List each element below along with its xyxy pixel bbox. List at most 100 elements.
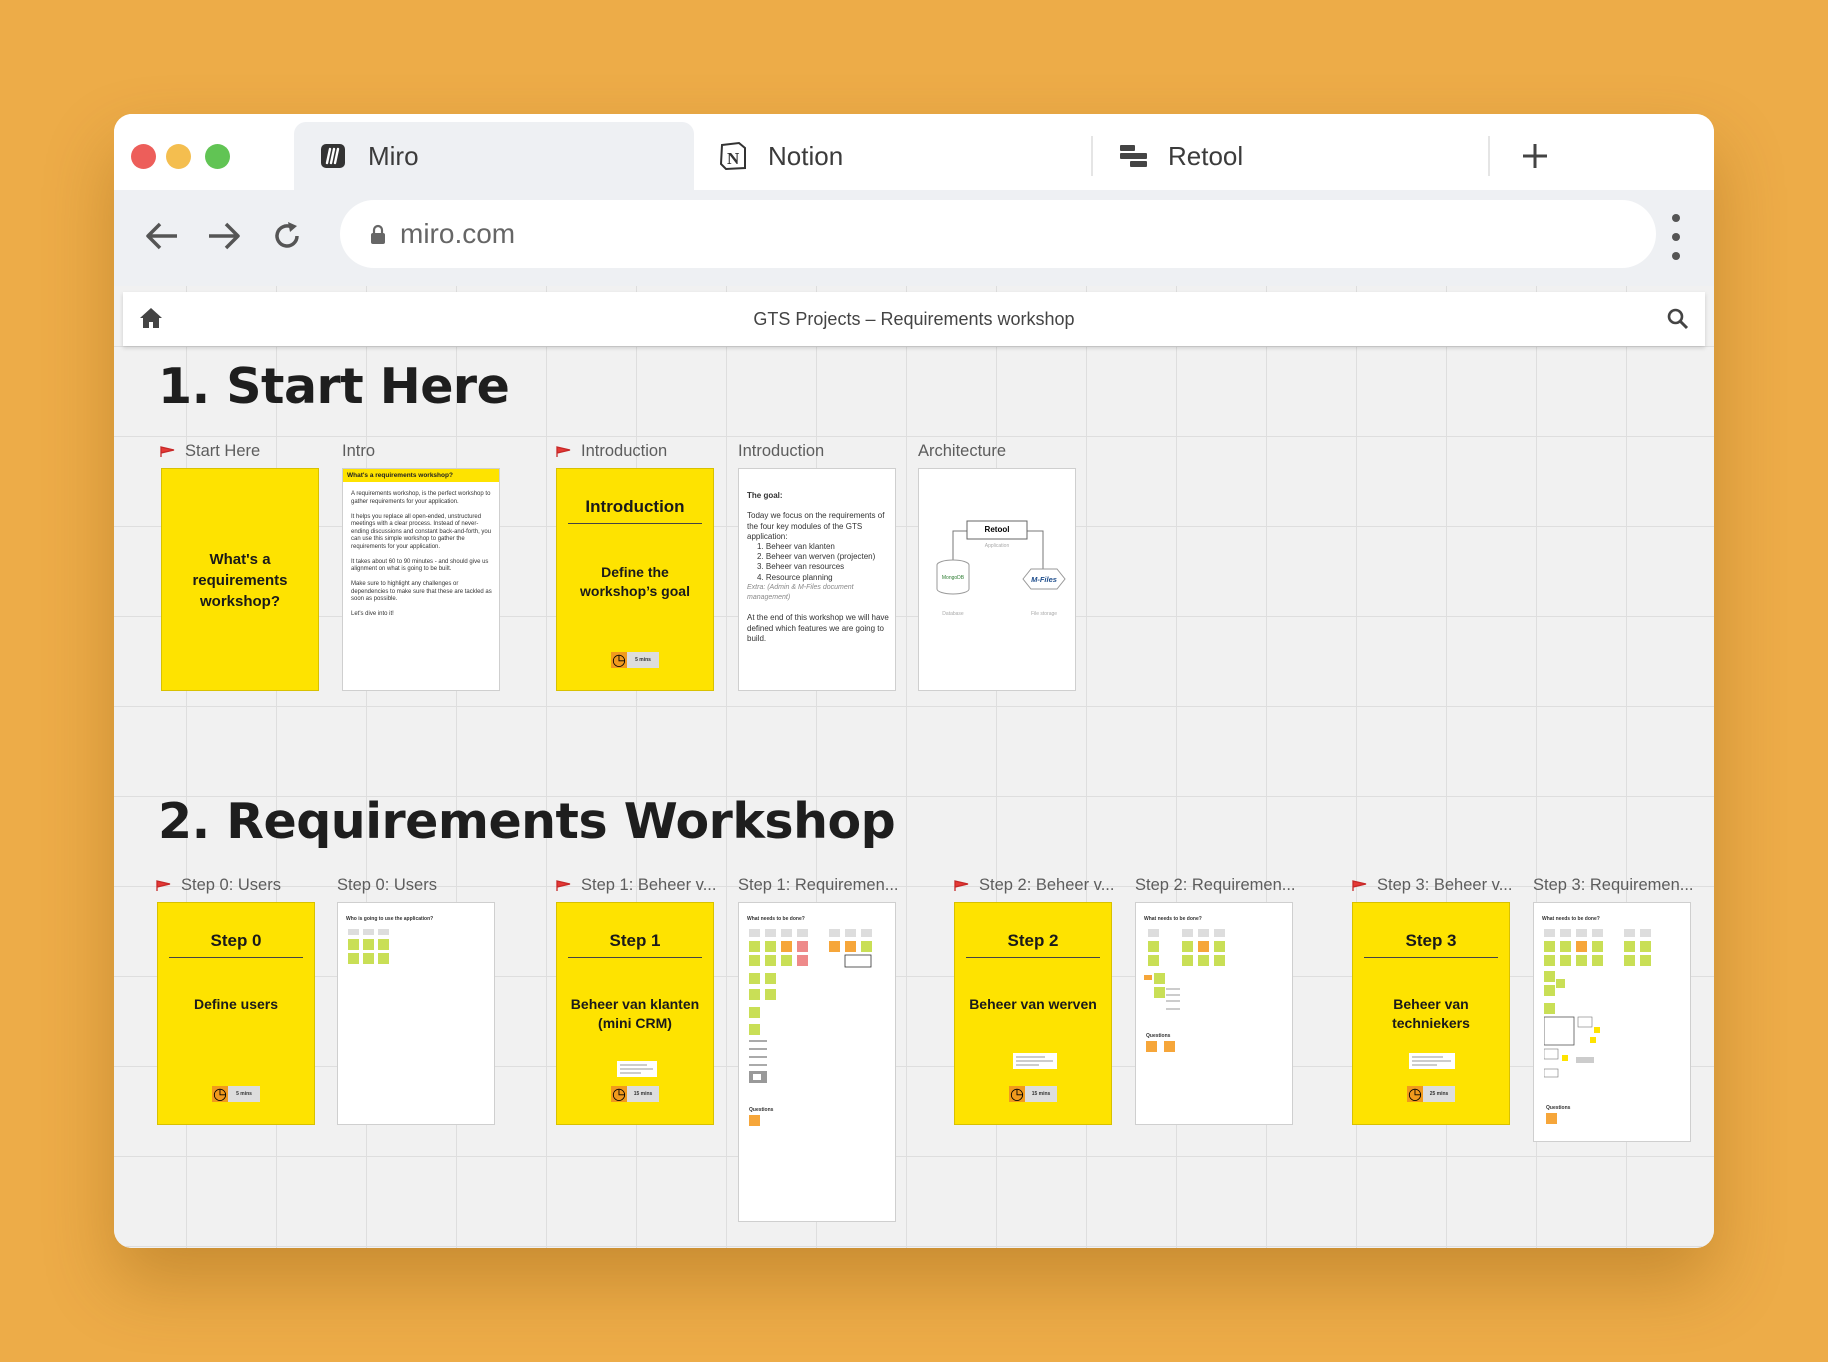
miro-icon <box>318 141 348 171</box>
frame-goal[interactable]: The goal: Today we focus on the requirem… <box>738 468 896 691</box>
tab-label: Notion <box>768 140 844 171</box>
card-body: Define the workshop’s goal <box>580 564 690 599</box>
flag-icon <box>556 879 571 891</box>
tab-retool[interactable]: Retool <box>1094 122 1484 190</box>
sticky-notes: Questions <box>749 929 872 1126</box>
tab-notion[interactable]: N Notion <box>694 122 1084 190</box>
divider <box>568 523 702 524</box>
timer-badge: ◷ 5 mins <box>212 1086 260 1103</box>
frame-step-0[interactable]: Step 0 Define users ◷ 5 mins <box>157 902 315 1125</box>
retool-icon <box>1118 141 1148 171</box>
address-bar[interactable]: miro.com <box>340 200 1656 268</box>
frame-intro[interactable]: What's a requirements workshop? A requir… <box>342 468 500 691</box>
frame-step-1[interactable]: Step 1 Beheer van klanten (mini CRM) ◷ 15… <box>556 902 714 1125</box>
tab-bar: Miro N Notion Retool <box>114 114 1714 190</box>
card-title: Introduction <box>585 497 685 516</box>
flag-icon <box>156 879 171 891</box>
frame-label[interactable]: Step 3: Beheer v... <box>1352 876 1520 895</box>
card-title: Step 3 <box>1405 931 1457 950</box>
frame-step-2[interactable]: Step 2 Beheer van werven ◷ 15 mins <box>954 902 1112 1125</box>
flag-icon <box>160 445 175 457</box>
timer-icon: ◷ <box>611 1086 627 1103</box>
card-title: Step 1 <box>609 931 661 950</box>
board-header-bar: GTS Projects – Requirements workshop <box>123 292 1705 346</box>
card-body: Beheer van klanten (mini CRM) <box>570 996 700 1031</box>
tab-miro[interactable]: Miro <box>294 122 694 190</box>
sticky-notes: Questions <box>1544 929 1651 1124</box>
back-button[interactable] <box>142 216 182 256</box>
frame-label[interactable]: Step 1: Beheer v... <box>556 876 724 895</box>
note-thumbnail <box>617 1061 657 1077</box>
timer-badge: ◷ 5 mins <box>611 652 659 669</box>
section-heading-requirements-workshop: 2. Requirements Workshop <box>158 793 896 850</box>
frame-step-3[interactable]: Step 3 Beheer van techniekers ◷ 25 mins <box>1352 902 1510 1125</box>
plus-icon <box>1523 144 1547 168</box>
miro-board-canvas[interactable]: GTS Projects – Requirements workshop 1. … <box>114 286 1714 1248</box>
intro-doc-text: A requirements workshop, is the perfect … <box>351 491 492 617</box>
home-icon[interactable] <box>139 307 163 334</box>
note-thumbnail <box>1013 1053 1057 1069</box>
frame-start-here[interactable]: What's a requirements workshop? <box>161 468 319 691</box>
divider <box>966 957 1100 958</box>
frame-step-2-requirements[interactable]: What needs to be done? Questions <box>1135 902 1293 1125</box>
sticky-notes: Questions <box>1144 929 1225 1052</box>
frame-label[interactable]: Introduction <box>738 442 824 461</box>
browser-window: Miro N Notion Retool miro.com GTS Projec… <box>114 114 1714 1248</box>
svg-text:Questions: Questions <box>749 1107 774 1113</box>
mongodb-label: MongoDB <box>941 575 965 581</box>
frame-label[interactable]: Architecture <box>918 442 1006 461</box>
frame-label[interactable]: Start Here <box>160 442 260 461</box>
doc-header: What's a requirements workshop? <box>343 469 499 482</box>
arrow-left-icon <box>146 222 177 250</box>
tab-separator <box>1488 136 1490 176</box>
card-title: Step 2 <box>1007 931 1059 950</box>
search-icon[interactable] <box>1667 308 1689 335</box>
svg-text:Questions: Questions <box>1546 1105 1571 1111</box>
card-title: Step 0 <box>210 931 262 950</box>
frame-label[interactable]: Introduction <box>556 442 667 461</box>
lock-icon <box>370 224 386 245</box>
tab-label: Miro <box>368 140 419 171</box>
frame-step-3-requirements[interactable]: What needs to be done? Questions <box>1533 902 1691 1142</box>
minimize-window-button[interactable] <box>166 144 191 169</box>
flag-icon <box>1352 879 1367 891</box>
frame-label[interactable]: Step 2: Requiremen... <box>1135 876 1303 895</box>
frame-introduction[interactable]: Introduction Define the workshop’s goal … <box>556 468 714 691</box>
url-text: miro.com <box>400 218 516 249</box>
frame-label[interactable]: Step 3: Requiremen... <box>1533 876 1707 895</box>
mfiles-label: M-Files <box>1031 575 1057 584</box>
tab-separator <box>1091 136 1093 176</box>
maximize-window-button[interactable] <box>205 144 230 169</box>
card-body: Beheer van techniekers <box>1392 996 1470 1031</box>
board-title: GTS Projects – Requirements workshop <box>753 308 1075 329</box>
frame-step-1-requirements[interactable]: What needs to be done? Questions <box>738 902 896 1222</box>
card-body: Define users <box>193 996 279 1012</box>
frame-label[interactable]: Step 1: Requiremen... <box>738 876 906 895</box>
svg-text:Questions: Questions <box>1146 1033 1171 1039</box>
timer-badge: ◷ 15 mins <box>1009 1086 1057 1103</box>
browser-toolbar: miro.com <box>114 190 1714 286</box>
flag-icon <box>954 879 969 891</box>
close-window-button[interactable] <box>131 144 156 169</box>
flag-icon <box>556 445 571 457</box>
frame-users-doc[interactable]: Who is going to use the application? <box>337 902 495 1125</box>
frame-label[interactable]: Intro <box>342 442 375 461</box>
timer-icon: ◷ <box>212 1086 228 1103</box>
frame-label[interactable]: Step 2: Beheer v... <box>954 876 1122 895</box>
browser-menu-button[interactable] <box>1670 214 1682 260</box>
new-tab-button[interactable] <box>1515 136 1555 176</box>
sticky-notes <box>348 929 389 964</box>
forward-button[interactable] <box>204 216 244 256</box>
card-text: What's a requirements workshop? <box>192 551 288 610</box>
frame-architecture[interactable]: Retool Application MongoDB Database M-Fi… <box>918 468 1076 691</box>
frame-label[interactable]: Step 0: Users <box>337 876 502 895</box>
arrow-right-icon <box>209 222 240 250</box>
frame-label[interactable]: Step 0: Users <box>156 876 321 895</box>
note-thumbnail <box>1409 1053 1455 1069</box>
reload-button[interactable] <box>267 216 307 256</box>
timer-icon: ◷ <box>611 652 627 669</box>
tab-label: Retool <box>1168 140 1244 171</box>
timer-icon: ◷ <box>1407 1086 1423 1103</box>
divider <box>169 957 303 958</box>
svg-text:N: N <box>727 149 740 168</box>
